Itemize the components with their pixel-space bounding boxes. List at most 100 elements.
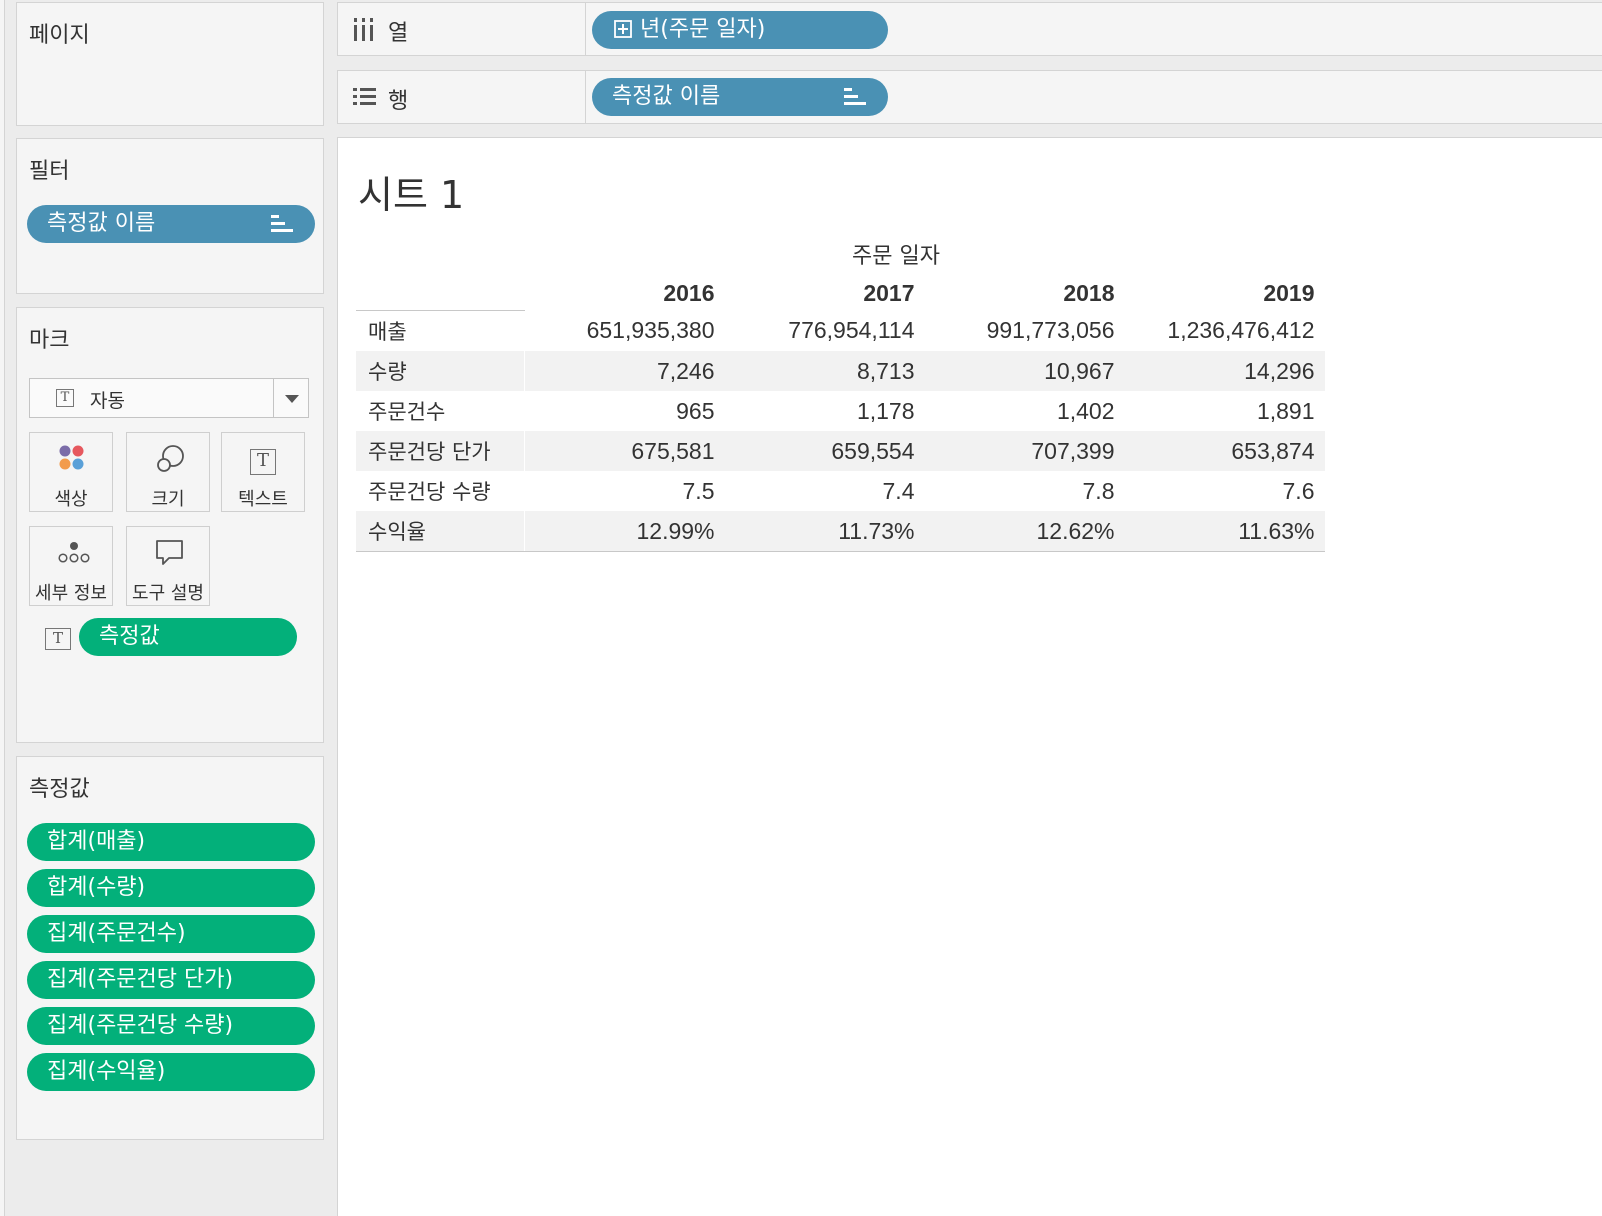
row-header[interactable]: 주문건당 수량	[356, 471, 525, 511]
filters-title: 필터	[29, 159, 70, 184]
table-cell[interactable]: 1,178	[725, 391, 925, 431]
table-cell[interactable]: 659,554	[724, 431, 925, 471]
corner-cell	[356, 276, 525, 311]
measure-pill[interactable]: 합계(매출)	[27, 823, 315, 861]
row-header[interactable]: 주문건수	[356, 391, 525, 431]
filter-pill-measure-names[interactable]: 측정값 이름	[27, 205, 315, 243]
table-cell[interactable]: 651,935,380	[525, 311, 725, 352]
rows-shelf-title: 행	[388, 89, 409, 114]
table-row: 주문건수 965 1,178 1,402 1,891	[356, 391, 1325, 431]
table-cell[interactable]: 11.63%	[1124, 511, 1325, 552]
measure-pill-label: 집계(주문건수)	[47, 921, 186, 946]
measure-pill-label: 집계(수익율)	[47, 1059, 166, 1084]
tooltip-button[interactable]: 도구 설명	[126, 526, 210, 606]
table-cell[interactable]: 11.73%	[724, 511, 925, 552]
chevron-down-icon	[285, 395, 299, 403]
text-encoding-icon: T	[45, 628, 71, 650]
table-cell[interactable]: 14,296	[1124, 351, 1325, 391]
expand-plus-icon	[614, 20, 632, 38]
rows-shelf[interactable]: 행 측정값 이름	[337, 70, 1602, 124]
color-dots-icon	[59, 445, 84, 470]
rows-icon	[353, 88, 376, 105]
color-button[interactable]: 색상	[29, 432, 113, 512]
table-cell[interactable]: 1,402	[925, 391, 1125, 431]
table-cell[interactable]: 7,246	[524, 351, 725, 391]
columns-pill-year[interactable]: 년(주문 일자)	[592, 11, 888, 49]
sheet-title: 시트 1	[358, 173, 465, 217]
table-cell[interactable]: 12.62%	[924, 511, 1125, 552]
year-header[interactable]: 2016	[525, 276, 725, 311]
header-row: 2016 2017 2018 2019	[356, 276, 1325, 311]
rows-pill-measure-names[interactable]: 측정값 이름	[592, 78, 888, 116]
rows-shelf-label: 행	[338, 71, 586, 123]
row-header[interactable]: 매출	[356, 310, 525, 351]
sort-icon	[271, 213, 293, 233]
table-cell[interactable]: 653,874	[1124, 431, 1325, 471]
table-cell[interactable]: 707,399	[924, 431, 1125, 471]
year-header[interactable]: 2017	[725, 276, 925, 311]
detail-button-label: 세부 정보	[35, 583, 107, 604]
row-header[interactable]: 주문건당 단가	[356, 431, 525, 471]
text-pill-measure-values[interactable]: 측정값	[79, 618, 297, 656]
table-cell[interactable]: 1,891	[1125, 391, 1325, 431]
measure-pill-label: 합계(매출)	[47, 829, 146, 854]
table-cell[interactable]: 12.99%	[524, 511, 725, 552]
detail-button[interactable]: 세부 정보	[29, 526, 113, 606]
row-header[interactable]: 수익율	[356, 511, 525, 552]
columns-shelf-title: 열	[388, 21, 409, 46]
text-button[interactable]: T 텍스트	[221, 432, 305, 512]
year-header[interactable]: 2019	[1125, 276, 1325, 311]
measure-pill-label: 합계(수량)	[47, 875, 146, 900]
color-button-label: 색상	[54, 489, 88, 510]
table-cell[interactable]: 8,713	[724, 351, 925, 391]
table-row: 수량 7,246 8,713 10,967 14,296	[356, 351, 1325, 391]
rows-pill-label: 측정값 이름	[612, 84, 721, 109]
tooltip-button-label: 도구 설명	[132, 583, 204, 604]
columns-pill-label: 년(주문 일자)	[640, 17, 766, 42]
table-row: 수익율 12.99% 11.73% 12.62% 11.63%	[356, 511, 1325, 552]
measure-values-panel: 측정값 합계(매출) 합계(수량) 집계(주문건수) 집계(주문건당 단가) 집…	[16, 756, 324, 1140]
filters-panel[interactable]: 필터 측정값 이름	[16, 138, 324, 294]
measure-values-title: 측정값	[29, 777, 90, 802]
measure-pill[interactable]: 집계(주문건당 단가)	[27, 961, 315, 999]
table-cell[interactable]: 7.4	[725, 471, 925, 511]
columns-shelf[interactable]: 열 년(주문 일자)	[337, 2, 1602, 56]
measure-pill[interactable]: 집계(주문건당 수량)	[27, 1007, 315, 1045]
measure-pill-label: 집계(주문건당 단가)	[47, 967, 234, 992]
table-cell[interactable]: 7.8	[925, 471, 1125, 511]
table-cell[interactable]: 1,236,476,412	[1125, 311, 1325, 352]
measure-pill[interactable]: 집계(주문건수)	[27, 915, 315, 953]
filter-pill-label: 측정값 이름	[47, 211, 156, 236]
table-cell[interactable]: 7.6	[1125, 471, 1325, 511]
table-cell[interactable]: 10,967	[924, 351, 1125, 391]
worksheet-canvas[interactable]: 시트 1 주문 일자 2016 2017 2018 2019 매출 651,93…	[337, 137, 1602, 1216]
text-mark-icon: T	[56, 389, 74, 407]
table-cell[interactable]: 965	[525, 391, 725, 431]
measure-pill[interactable]: 집계(수익율)	[27, 1053, 315, 1091]
tooltip-icon	[156, 540, 183, 565]
table-cell[interactable]: 7.5	[525, 471, 725, 511]
text-icon: T	[250, 449, 276, 475]
table-cell[interactable]: 776,954,114	[725, 311, 925, 352]
sort-icon	[844, 86, 866, 106]
table-row: 주문건당 단가 675,581 659,554 707,399 653,874	[356, 431, 1325, 471]
mark-type-value: 자동	[90, 390, 125, 412]
table-row: 주문건당 수량 7.5 7.4 7.8 7.6	[356, 471, 1325, 511]
text-pill-label: 측정값	[99, 624, 160, 649]
pages-title: 페이지	[29, 23, 90, 48]
columns-shelf-label: 열	[338, 3, 586, 55]
mark-type-select[interactable]: T 자동	[29, 378, 309, 418]
table-cell[interactable]: 675,581	[524, 431, 725, 471]
table-cell[interactable]: 991,773,056	[925, 311, 1125, 352]
marks-title: 마크	[29, 328, 70, 353]
pages-panel[interactable]: 페이지	[16, 2, 324, 126]
dropdown-divider	[273, 379, 274, 417]
size-button-label: 크기	[151, 489, 185, 510]
columns-icon	[354, 18, 373, 41]
measure-pill[interactable]: 합계(수량)	[27, 869, 315, 907]
size-button[interactable]: 크기	[126, 432, 210, 512]
text-button-label: 텍스트	[238, 489, 288, 510]
row-header[interactable]: 수량	[356, 351, 525, 391]
detail-icon	[58, 542, 90, 563]
year-header[interactable]: 2018	[925, 276, 1125, 311]
